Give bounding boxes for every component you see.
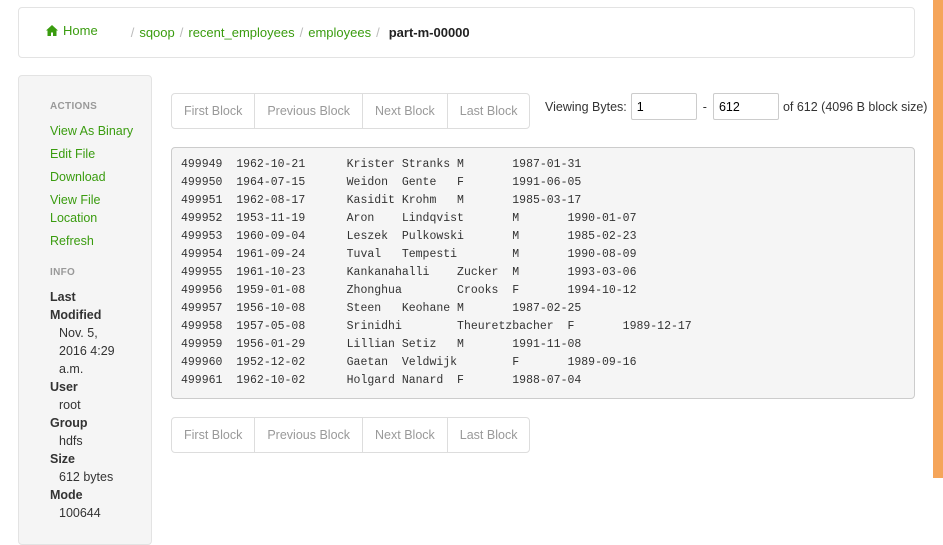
size-value: 612 bytes (59, 470, 114, 484)
breadcrumb: Home / sqoop / recent_employees / employees… (18, 7, 915, 58)
file-line: 499953 1960-09-04 Leszek Pulkowski M 198… (181, 230, 637, 243)
last-block-button[interactable]: Last Block (446, 94, 530, 128)
end-byte-input[interactable] (712, 93, 779, 120)
size-label: Size (50, 452, 76, 466)
file-line: 499958 1957-05-08 Srinidhi Theuretzbache… (181, 320, 692, 333)
group-label: Group (50, 416, 88, 430)
viewing-suffix: of 612 (4096 B block size) (782, 99, 928, 114)
viewing-bytes: Viewing Bytes: - of 612 (4096 B block si… (545, 93, 927, 120)
refresh-link[interactable]: Refresh (50, 232, 151, 250)
file-line: 499957 1956-10-08 Steen Keohane M 1987-0… (181, 302, 582, 315)
file-contents: 499949 1962-10-21 Krister Stranks M 1987… (171, 147, 915, 399)
file-line: 499950 1964-07-15 Weidon Gente F 1991-06… (181, 176, 582, 189)
actions-heading: ACTIONS (50, 101, 98, 112)
mode-value: 100644 (59, 506, 101, 520)
scrollbar[interactable] (933, 0, 943, 531)
breadcrumb-current: part-m-00000 (388, 25, 470, 40)
start-byte-input[interactable] (630, 93, 697, 120)
user-label: User (50, 380, 78, 394)
home-icon (46, 25, 58, 36)
first-block-button[interactable]: First Block (172, 94, 254, 128)
next-block-button[interactable]: Next Block (362, 418, 447, 452)
pager-top: First Block Previous Block Next Block La… (171, 93, 531, 129)
group-value: hdfs (59, 434, 83, 448)
last-modified-label: Last Modified (50, 290, 102, 322)
first-block-button[interactable]: First Block (172, 418, 254, 452)
dash: - (702, 99, 707, 114)
download-link[interactable]: Download (50, 168, 151, 186)
file-line: 499952 1953-11-19 Aron Lindqvist M 1990-… (181, 212, 637, 225)
breadcrumb-home[interactable]: Home (46, 23, 98, 38)
file-line: 499955 1961-10-23 Kankanahalli Zucker M … (181, 266, 637, 279)
file-line: 499959 1956-01-29 Lillian Setiz M 1991-1… (181, 338, 582, 351)
file-line: 499956 1959-01-08 Zhonghua Crooks F 1994… (181, 284, 637, 297)
previous-block-button[interactable]: Previous Block (254, 94, 362, 128)
file-line: 499949 1962-10-21 Krister Stranks M 1987… (181, 158, 582, 171)
user-value: root (59, 398, 81, 412)
breadcrumb-recent-employees[interactable]: recent_employees (188, 25, 294, 40)
view-file-location-link[interactable]: View File Location (50, 191, 151, 227)
pager-bottom: First Block Previous Block Next Block La… (171, 417, 531, 453)
viewing-label: Viewing Bytes: (545, 99, 627, 114)
home-label: Home (63, 23, 98, 38)
file-line: 499954 1961-09-24 Tuval Tempesti M 1990-… (181, 248, 637, 261)
next-block-button[interactable]: Next Block (362, 94, 447, 128)
file-line: 499961 1962-10-02 Holgard Nanard F 1988-… (181, 374, 582, 387)
edit-file-link[interactable]: Edit File (50, 145, 151, 163)
last-block-button[interactable]: Last Block (446, 418, 530, 452)
last-modified-value: Nov. 5, 2016 4:29 a.m. (59, 326, 115, 376)
breadcrumb-employees[interactable]: employees (308, 25, 371, 40)
mode-label: Mode (50, 488, 83, 502)
file-line: 499951 1962-08-17 Kasidit Krohm M 1985-0… (181, 194, 582, 207)
file-line: 499960 1952-12-02 Gaetan Veldwijk F 1989… (181, 356, 637, 369)
previous-block-button[interactable]: Previous Block (254, 418, 362, 452)
info-heading: INFO (50, 267, 76, 278)
view-as-binary-link[interactable]: View As Binary (50, 122, 151, 140)
sidebar: ACTIONS View As Binary Edit File Downloa… (18, 75, 152, 545)
breadcrumb-sqoop[interactable]: sqoop (139, 25, 174, 40)
